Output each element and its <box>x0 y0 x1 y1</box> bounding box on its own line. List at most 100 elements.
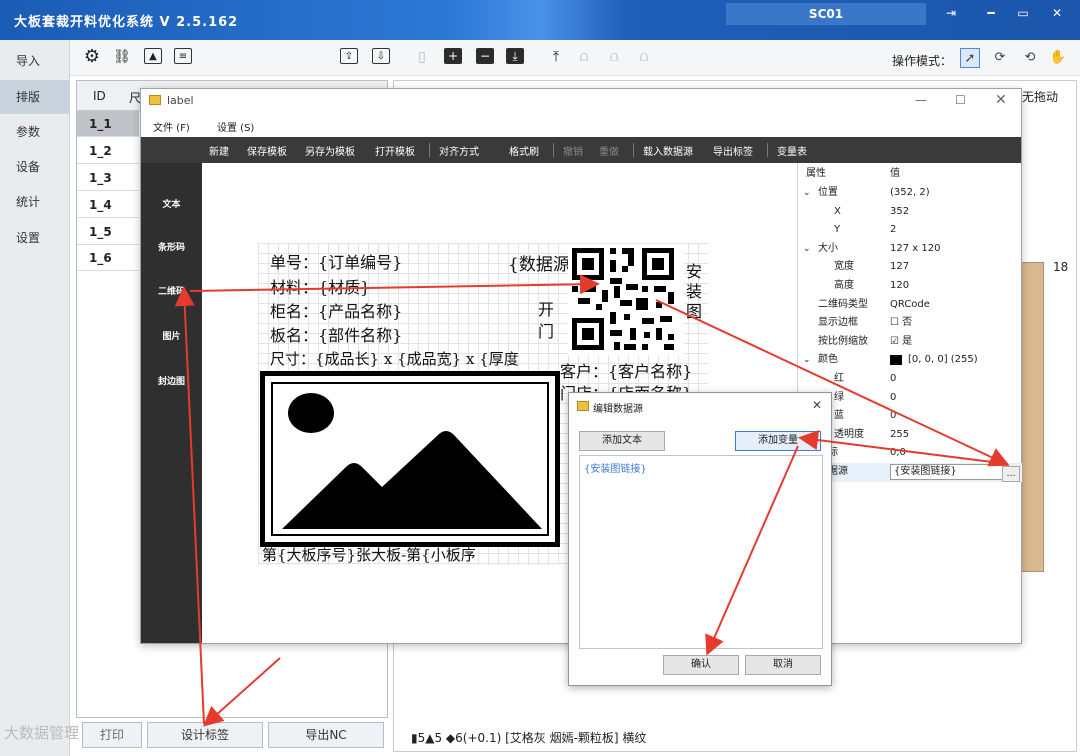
property-value[interactable]: 120 <box>890 277 909 295</box>
lw-maximize-icon[interactable]: ☐ <box>955 93 966 107</box>
property-value[interactable]: 352 <box>890 203 909 221</box>
tool-load-datasource[interactable]: 载入数据源 <box>643 143 693 158</box>
tool-undo[interactable]: 撤销 <box>563 143 583 158</box>
export-nc-button[interactable]: 导出NC <box>268 722 384 748</box>
label-field-order[interactable]: 单号：{订单编号} <box>270 249 402 273</box>
property-row[interactable]: ⌄ 大小 127 x 120 <box>798 240 1022 259</box>
property-row[interactable]: 二维码类型 QRCode <box>798 296 1022 315</box>
save-icon[interactable]: ▯ <box>412 48 432 66</box>
palette-image[interactable]: 图片 <box>141 329 202 342</box>
property-value[interactable]: 2 <box>890 221 896 239</box>
table-row[interactable]: 1_2 <box>77 138 139 164</box>
download-icon[interactable]: ⤓ <box>506 48 524 64</box>
import-icon[interactable]: ⇩ <box>372 48 390 64</box>
barcode-icon[interactable]: ≡ <box>174 48 192 64</box>
design-label-button[interactable]: 设计标签 <box>147 722 263 748</box>
hand-icon[interactable]: ✋ <box>1048 48 1068 68</box>
chart-icon-2[interactable]: ⩍ <box>604 48 624 66</box>
property-row[interactable]: 红0 <box>798 370 1022 389</box>
property-row[interactable]: 宽度 127 <box>798 258 1022 277</box>
table-row[interactable]: 1_1 <box>77 111 139 137</box>
property-row[interactable]: X 352 <box>798 203 1022 222</box>
table-row[interactable]: 1_4 <box>77 192 139 218</box>
image-placeholder-icon[interactable] <box>260 371 560 547</box>
nav-item-layout[interactable]: 排版 <box>0 80 70 114</box>
tool-format-brush[interactable]: 格式刷 <box>509 143 539 158</box>
remove-icon[interactable]: − <box>476 48 494 64</box>
property-value[interactable]: QRCode <box>890 296 930 314</box>
lw-minimize-icon[interactable]: — <box>915 93 927 107</box>
logout-icon[interactable]: ⇥ <box>938 4 964 22</box>
datasource-variable[interactable]: {安装图链接} <box>584 460 647 475</box>
cancel-button[interactable]: 取消 <box>745 655 821 675</box>
rotate-back-icon[interactable]: ⟲ <box>1020 48 1040 68</box>
property-value[interactable]: 255 <box>890 426 909 444</box>
property-row[interactable]: ⌄ 颜色 [0, 0, 0] (255) <box>798 351 1022 370</box>
tool-new[interactable]: 新建 <box>209 143 229 158</box>
menu-settings[interactable]: 设置 (S) <box>217 119 254 134</box>
confirm-button[interactable]: 确认 <box>663 655 739 675</box>
add-variable-button[interactable]: 添加变量 <box>735 431 821 451</box>
tool-save-as-template[interactable]: 另存为模板 <box>305 143 355 158</box>
nav-item-stats[interactable]: 统计 <box>0 185 70 219</box>
palette-text[interactable]: 文本 <box>141 197 202 210</box>
dialog-close-icon[interactable]: ✕ <box>812 398 822 412</box>
label-field-material[interactable]: 材料：{材质} <box>270 274 370 298</box>
gear-icon[interactable]: ⚙ <box>82 48 102 66</box>
nav-item-settings[interactable]: 设置 <box>0 221 70 255</box>
property-value[interactable]: {安装图链接} <box>890 464 1008 480</box>
property-value[interactable]: 127 <box>890 258 909 276</box>
label-field-install-3[interactable]: 图 <box>686 298 702 322</box>
color-swatch[interactable] <box>890 355 902 366</box>
add-text-button[interactable]: 添加文本 <box>579 431 665 451</box>
palette-barcode[interactable]: 条形码 <box>141 240 202 253</box>
tool-align[interactable]: 对齐方式 <box>439 143 479 158</box>
table-row[interactable]: 1_3 <box>77 165 139 191</box>
lw-close-icon[interactable]: ✕ <box>995 92 1007 108</box>
label-field-datasource[interactable]: {数据源 <box>508 250 570 275</box>
expand-chevron-icon[interactable]: ⌄ <box>803 184 811 202</box>
minimize-icon[interactable]: ━ <box>978 4 1004 22</box>
ellipsis-button[interactable]: … <box>1002 466 1020 482</box>
menu-file[interactable]: 文件 (F) <box>153 119 190 134</box>
nav-item-params[interactable]: 参数 <box>0 115 70 149</box>
datasource-editor[interactable]: {安装图链接} <box>579 455 823 649</box>
property-value[interactable]: 0 <box>890 370 896 388</box>
chart-icon-3[interactable]: ⩍ <box>634 48 654 66</box>
tool-variable-table[interactable]: 变量表 <box>777 143 807 158</box>
label-field-open[interactable]: 开 <box>538 296 554 320</box>
maximize-icon[interactable]: ▭ <box>1010 4 1036 22</box>
label-field-panel[interactable]: 板名：{部件名称} <box>270 322 402 346</box>
table-row[interactable]: 1_6 <box>77 245 139 271</box>
property-value[interactable]: 0 <box>890 389 896 407</box>
label-field-customer[interactable]: 客户：{客户名称} <box>560 358 692 382</box>
property-value[interactable]: ☑ 是 <box>890 333 912 351</box>
tool-open-template[interactable]: 打开模板 <box>375 143 415 158</box>
property-row[interactable]: 显示边框 ☐ 否 <box>798 314 1022 333</box>
property-row[interactable]: ⌄ 位置 (352, 2) <box>798 184 1022 203</box>
add-icon[interactable]: + <box>444 48 462 64</box>
property-row[interactable]: 高度 120 <box>798 277 1022 296</box>
expand-chevron-icon[interactable]: ⌄ <box>803 240 811 258</box>
label-field-size[interactable]: 尺寸：{成品长} x {成品宽} x {厚度 <box>270 348 519 369</box>
nav-item-device[interactable]: 设备 <box>0 150 70 184</box>
pointer-icon[interactable]: ➚ <box>960 48 980 68</box>
property-value[interactable]: ☐ 否 <box>890 314 912 332</box>
tool-redo[interactable]: 重做 <box>599 143 619 158</box>
qr-code-element[interactable] <box>568 244 684 356</box>
palette-edge-band[interactable]: 封边图 <box>141 374 202 387</box>
property-value[interactable]: 127 x 120 <box>890 240 940 258</box>
rotate-icon[interactable]: ⟳ <box>990 48 1010 68</box>
label-field-door[interactable]: 门 <box>538 318 554 342</box>
upload-icon[interactable]: ⤒ <box>546 48 566 66</box>
table-row[interactable]: 1_5 <box>77 219 139 245</box>
label-field-footer[interactable]: 第{大板序号}张大板-第{小板序 <box>262 544 476 565</box>
expand-chevron-icon[interactable]: ⌄ <box>803 351 811 369</box>
property-value[interactable]: [0, 0, 0] (255) <box>908 351 978 369</box>
property-value[interactable]: 0,0 <box>890 444 906 462</box>
tool-export-label[interactable]: 导出标签 <box>713 143 753 158</box>
palette-qrcode[interactable]: 二维码 <box>141 284 202 297</box>
image-icon[interactable]: ▲ <box>144 48 162 64</box>
export-icon[interactable]: ⇪ <box>340 48 358 64</box>
property-row[interactable]: Y2 <box>798 221 1022 240</box>
